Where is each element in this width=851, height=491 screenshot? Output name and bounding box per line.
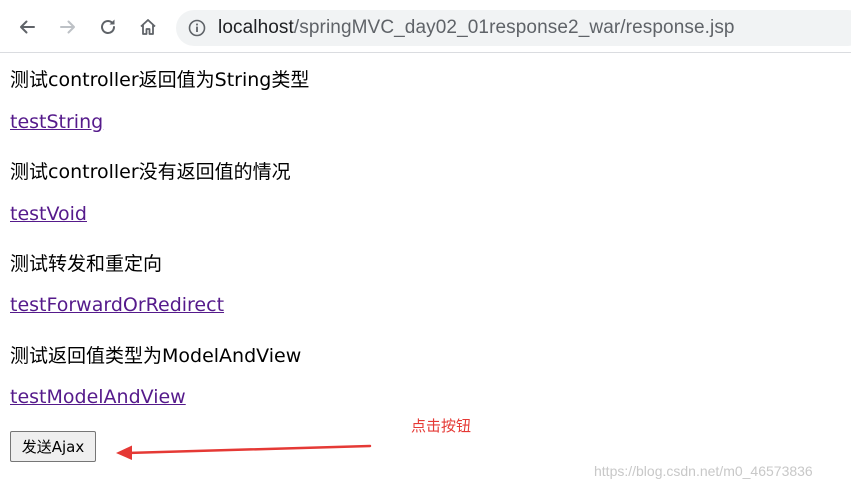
home-button[interactable]	[135, 14, 161, 40]
link-test-void[interactable]: testVoid	[10, 203, 87, 225]
arrow-right-icon	[60, 20, 75, 34]
annotation-label: 点击按钮	[411, 417, 472, 435]
url-path: /springMVC_day02_01response2_war/respons…	[293, 17, 735, 38]
browser-toolbar: localhost/springMVC_day02_01response2_wa…	[0, 0, 851, 53]
url-text[interactable]: localhost/springMVC_day02_01response2_wa…	[218, 17, 735, 39]
heading-void-return: 测试controller没有返回值的情况	[10, 161, 291, 183]
heading-model-and-view: 测试返回值类型为ModelAndView	[10, 345, 302, 367]
arrow-left-icon	[20, 20, 35, 34]
forward-button[interactable]	[55, 14, 81, 40]
heading-forward-redirect: 测试转发和重定向	[10, 253, 163, 275]
send-ajax-button[interactable]: 发送Ajax	[10, 431, 96, 462]
watermark-text: https://blog.csdn.net/m0_46573836	[594, 463, 813, 479]
link-test-model-and-view[interactable]: testModelAndView	[10, 386, 186, 408]
back-button[interactable]	[14, 14, 40, 40]
link-test-forward-or-redirect[interactable]: testForwardOrRedirect	[10, 294, 224, 316]
link-test-string[interactable]: testString	[10, 111, 103, 133]
info-icon[interactable]	[188, 19, 206, 37]
heading-string-return: 测试controller返回值为String类型	[10, 69, 310, 91]
url-host: localhost	[218, 17, 294, 38]
annotation-arrow-icon	[116, 444, 372, 460]
reload-icon	[101, 19, 115, 34]
address-bar[interactable]: localhost/springMVC_day02_01response2_wa…	[176, 10, 851, 46]
reload-button[interactable]	[95, 14, 121, 40]
home-icon	[140, 19, 156, 35]
